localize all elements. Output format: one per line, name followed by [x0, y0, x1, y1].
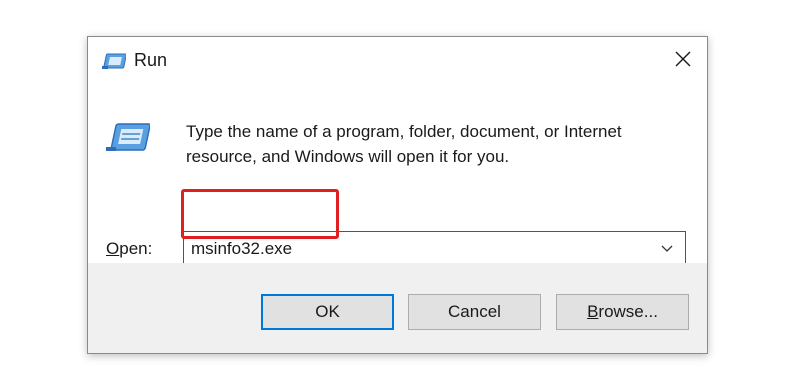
browse-button[interactable]: Browse... [556, 294, 689, 330]
run-program-icon [106, 121, 151, 155]
open-label: Open: [106, 239, 152, 259]
open-input[interactable] [184, 232, 644, 266]
open-combobox[interactable] [183, 231, 686, 267]
cancel-button[interactable]: Cancel [408, 294, 541, 330]
window-title: Run [134, 50, 168, 70]
run-icon [102, 52, 127, 70]
close-icon [675, 51, 691, 67]
open-label-rest: pen: [119, 239, 153, 258]
browse-accel: B [587, 302, 599, 321]
button-bar: OK Cancel Browse... [88, 263, 707, 353]
run-dialog: Run Type the name of a program, folder, … [87, 36, 708, 354]
dropdown-button[interactable] [653, 232, 681, 266]
open-label-accel: O [106, 239, 120, 258]
title-bar: Run [88, 37, 707, 85]
browse-label-rest: rowse... [598, 302, 658, 321]
chevron-down-icon [661, 245, 673, 252]
close-button[interactable] [667, 43, 699, 75]
ok-button[interactable]: OK [261, 294, 394, 330]
instructions-text: Type the name of a program, folder, docu… [186, 122, 622, 166]
dialog-body: Type the name of a program, folder, docu… [88, 85, 707, 267]
